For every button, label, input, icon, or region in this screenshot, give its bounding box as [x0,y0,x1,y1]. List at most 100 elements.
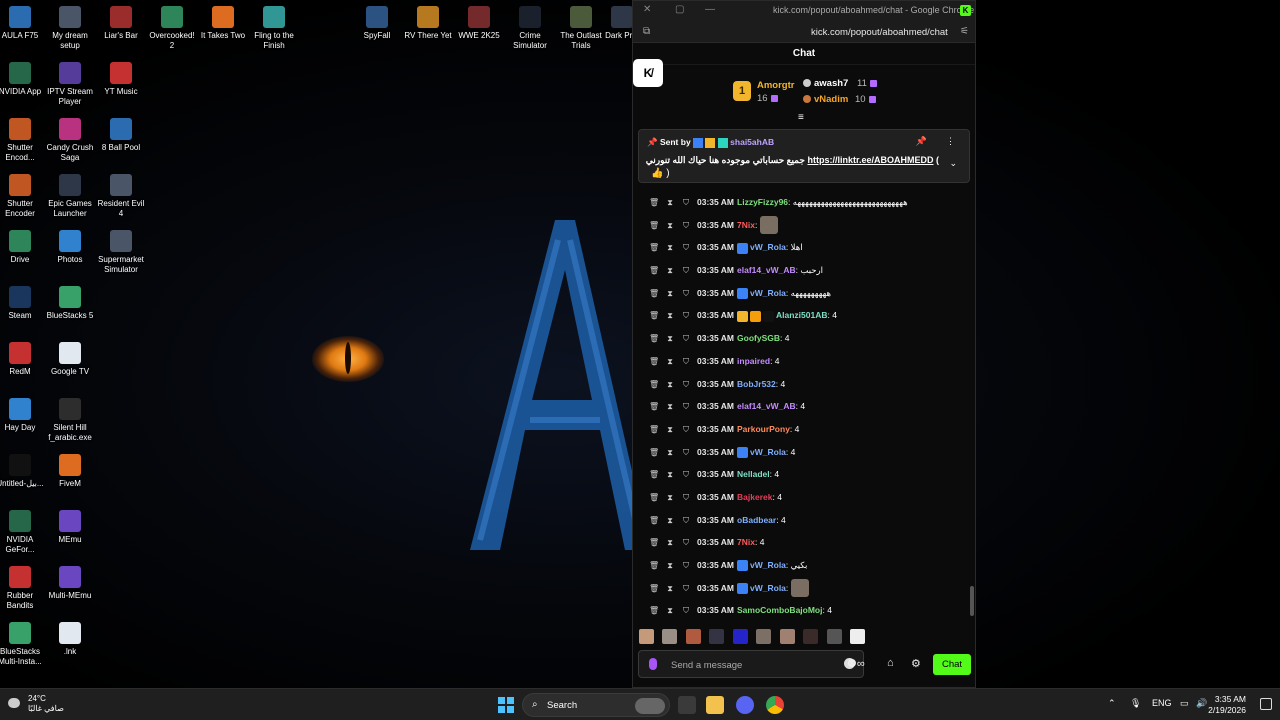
delete-icon[interactable]: 🗑 [649,192,659,215]
timeout-icon[interactable]: ⧗ [665,578,675,601]
scrollbar[interactable] [970,586,974,616]
timeout-icon[interactable]: ⧗ [665,464,675,487]
chat-message[interactable]: 🗑 ⧗ ⛉ 03:35 AM SamoComboBajoMoj: 4 [633,599,975,622]
timeout-icon[interactable]: ⧗ [665,237,675,260]
chrome-icon[interactable] [766,696,784,714]
chat-message[interactable]: 🗑 ⧗ ⛉ 03:35 AM Alanzi501AB: 4 [633,304,975,327]
message-username[interactable]: vW_Rola [750,583,786,593]
desktop-icon[interactable]: Shutter Encod... [0,118,45,163]
message-username[interactable]: vW_Rola [750,447,786,457]
message-username[interactable]: vW_Rola [750,288,786,298]
leaderboard-first-name[interactable]: Amorgtr [757,80,794,91]
ban-icon[interactable]: ⛉ [681,442,691,465]
site-info-icon[interactable]: ⧉ [643,26,650,37]
discord-icon[interactable] [736,696,754,714]
timeout-icon[interactable]: ⧗ [665,328,675,351]
chat-message[interactable]: 🗑 ⧗ ⛉ 03:35 AM 7Nix: 4 [633,531,975,554]
ban-icon[interactable]: ⛉ [681,532,691,555]
ban-icon[interactable]: ⛉ [681,283,691,306]
language-indicator[interactable]: ENG [1152,698,1172,708]
desktop-icon[interactable]: WWE 2K25 [454,6,504,41]
desktop-icon[interactable]: RedM [0,342,45,377]
message-username[interactable]: 7Nix [737,537,755,547]
timeout-icon[interactable]: ⧗ [665,419,675,442]
tune-icon[interactable]: ⚟ [960,26,969,37]
chat-message[interactable]: 🗑 ⧗ ⛉ 03:35 AM BobJr532: 4 [633,373,975,396]
desktop-icon[interactable]: Shutter Encoder [0,174,45,219]
delete-icon[interactable]: 🗑 [649,600,659,623]
desktop-icon[interactable]: Candy Crush Saga [45,118,95,163]
desktop-icon[interactable]: NVIDIA GeFor... [0,510,45,555]
desktop-icon[interactable]: Drive [0,230,45,265]
message-username[interactable]: Alanzi501AB [776,310,828,320]
taskbar-search[interactable]: ⌕ Search [522,693,670,717]
delete-icon[interactable]: 🗑 [649,374,659,397]
message-username[interactable]: 7Nix [737,220,755,230]
message-username[interactable]: LizzyFizzy96 [737,197,788,207]
ban-icon[interactable]: ⛉ [681,464,691,487]
delete-icon[interactable]: 🗑 [649,237,659,260]
microphone-tray-icon[interactable]: 🎙 [1130,698,1141,709]
message-username[interactable]: BobJr532 [737,379,776,389]
desktop-icon[interactable]: 8 Ball Pool [96,118,146,153]
ban-icon[interactable]: ⛉ [681,600,691,623]
chat-message[interactable]: 🗑 ⧗ ⛉ 03:35 AM vW_Rola: 4 [633,441,975,464]
message-username[interactable]: Nelladel [737,469,770,479]
clock[interactable]: 3:35 AM 2/19/2026 [1208,694,1246,716]
message-composer[interactable] [638,650,864,678]
desktop-icon[interactable]: Google TV [45,342,95,377]
ban-icon[interactable]: ⛉ [681,237,691,260]
timeout-icon[interactable]: ⧗ [665,555,675,578]
task-view-icon[interactable] [678,696,696,714]
timeout-icon[interactable]: ⧗ [665,396,675,419]
message-input[interactable] [671,657,821,673]
ban-icon[interactable]: ⛉ [681,555,691,578]
desktop-icon[interactable]: Untitled-بيل... [0,454,45,489]
chat-message[interactable]: 🗑 ⧗ ⛉ 03:35 AM elaf14_vW_AB: ارحبب [633,259,975,282]
desktop-icon[interactable]: IPTV Stream Player [45,62,95,107]
timeout-icon[interactable]: ⧗ [665,260,675,283]
settings-icon[interactable]: ⚙ [911,657,921,670]
collapse-icon[interactable]: ≡ [798,112,804,123]
message-username[interactable]: ParkourPony [737,424,790,434]
desktop-icon[interactable]: Multi-MEmu [45,566,95,601]
ban-icon[interactable]: ⛉ [681,328,691,351]
desktop-icon[interactable]: Resident Evil 4 [96,174,146,219]
delete-icon[interactable]: 🗑 [649,260,659,283]
desktop-icon[interactable]: It Takes Two [198,6,248,41]
network-icon[interactable]: ▭ [1180,698,1189,709]
emote-icon[interactable] [803,629,819,644]
chat-message[interactable]: 🗑 ⧗ ⛉ 03:35 AM vW_Rola: [633,577,975,600]
emote-icon[interactable] [662,629,678,644]
delete-icon[interactable]: 🗑 [649,396,659,419]
timeout-icon[interactable]: ⧗ [665,442,675,465]
leaderboard-second-name[interactable]: awash7 [803,78,848,89]
chat-message[interactable]: 🗑 ⧗ ⛉ 03:35 AM Bajkerek: 4 [633,486,975,509]
desktop-icon[interactable]: AULA F75 [0,6,45,41]
emote-icon[interactable] [850,629,866,644]
desktop-icon[interactable]: Epic Games Launcher [45,174,95,219]
chat-message[interactable]: 🗑 ⧗ ⛉ 03:35 AM vW_Rola: هههههههههه [633,282,975,305]
desktop-icon[interactable]: SpyFall [352,6,402,41]
unpin-icon[interactable]: 📌 [916,136,927,147]
timeout-icon[interactable]: ⧗ [665,192,675,215]
chat-message[interactable]: 🗑 ⧗ ⛉ 03:35 AM vW_Rola: اهلا [633,236,975,259]
timeout-icon[interactable]: ⧗ [665,374,675,397]
desktop-icon[interactable]: BlueStacks 5 [45,286,95,321]
message-username[interactable]: elaf14_vW_AB [737,265,796,275]
delete-icon[interactable]: 🗑 [649,487,659,510]
chat-message[interactable]: 🗑 ⧗ ⛉ 03:35 AM inpaired: 4 [633,350,975,373]
pinned-message[interactable]: 📌 Sent by shai5ahAB جميع حساباتي موجوده … [638,129,970,183]
desktop-icon[interactable]: Steam [0,286,45,321]
ban-icon[interactable]: ⛉ [681,419,691,442]
desktop-icon[interactable]: Crime Simulator [505,6,555,51]
delete-icon[interactable]: 🗑 [649,442,659,465]
timeout-icon[interactable]: ⧗ [665,487,675,510]
message-username[interactable]: elaf14_vW_AB [737,401,796,411]
ban-icon[interactable]: ⛉ [681,487,691,510]
message-username[interactable]: vW_Rola [750,242,786,252]
timeout-icon[interactable]: ⧗ [665,532,675,555]
chevron-down-icon[interactable]: ⌄ [949,158,957,169]
ban-icon[interactable]: ⛉ [681,351,691,374]
emote-icon[interactable] [685,629,701,644]
